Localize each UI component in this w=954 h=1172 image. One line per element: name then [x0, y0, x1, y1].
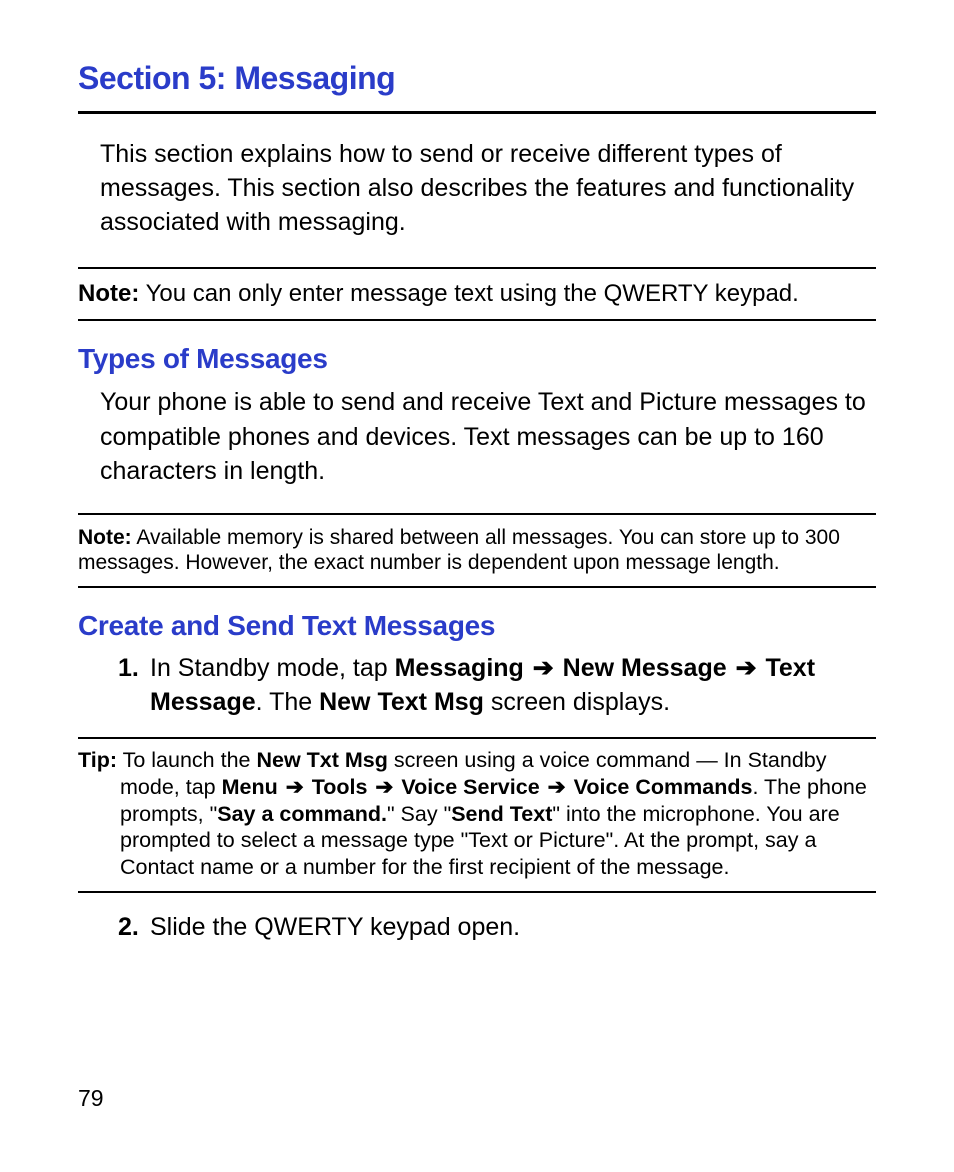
heading-create-send: Create and Send Text Messages: [78, 610, 876, 642]
page-number: 79: [78, 1085, 104, 1112]
tip-voice-command: Tip: To launch the New Txt Msg screen us…: [78, 737, 876, 892]
note-qwerty: Note: You can only enter message text us…: [78, 267, 876, 321]
note-text: Available memory is shared between all m…: [78, 526, 840, 575]
note-label: Note:: [78, 280, 139, 307]
step-number: 2.: [118, 911, 150, 945]
arrow-icon: ➔: [727, 654, 766, 682]
text: " Say ": [387, 802, 451, 826]
bold-text: Say a command.: [217, 802, 387, 826]
text: screen displays.: [484, 688, 670, 716]
bold-text: New Text Msg: [319, 688, 484, 716]
step-2: 2. Slide the QWERTY keypad open.: [118, 911, 876, 945]
section-title: Section 5: Messaging: [78, 60, 876, 97]
types-body: Your phone is able to send and receive T…: [100, 385, 876, 489]
note-memory: Note: Available memory is shared between…: [78, 513, 876, 588]
step-body: Slide the QWERTY keypad open.: [150, 911, 876, 945]
bold-text: Voice Service: [401, 775, 539, 799]
text: In Standby mode, tap: [150, 654, 395, 682]
arrow-icon: ➔: [524, 654, 563, 682]
bold-text: Voice Commands: [574, 775, 753, 799]
note-text: You can only enter message text using th…: [139, 280, 799, 307]
step-1: 1. In Standby mode, tap Messaging ➔ New …: [118, 652, 876, 720]
note-label: Note:: [78, 526, 132, 549]
bold-text: Send Text: [451, 802, 552, 826]
bold-text: Messaging: [395, 654, 524, 682]
arrow-icon: ➔: [278, 775, 312, 799]
text: . The: [256, 688, 319, 716]
bold-text: New Txt Msg: [256, 748, 387, 772]
title-rule: [78, 111, 876, 114]
bold-text: Menu: [222, 775, 278, 799]
bold-text: Tools: [312, 775, 368, 799]
tip-label: Tip:: [78, 748, 117, 772]
step-number: 1.: [118, 652, 150, 720]
text: To launch the: [117, 748, 256, 772]
bold-text: New Message: [563, 654, 727, 682]
manual-page: Section 5: Messaging This section explai…: [0, 0, 954, 1172]
arrow-icon: ➔: [540, 775, 574, 799]
step-body: In Standby mode, tap Messaging ➔ New Mes…: [150, 652, 876, 720]
intro-paragraph: This section explains how to send or rec…: [100, 138, 876, 239]
heading-types-of-messages: Types of Messages: [78, 343, 876, 375]
arrow-icon: ➔: [367, 775, 401, 799]
